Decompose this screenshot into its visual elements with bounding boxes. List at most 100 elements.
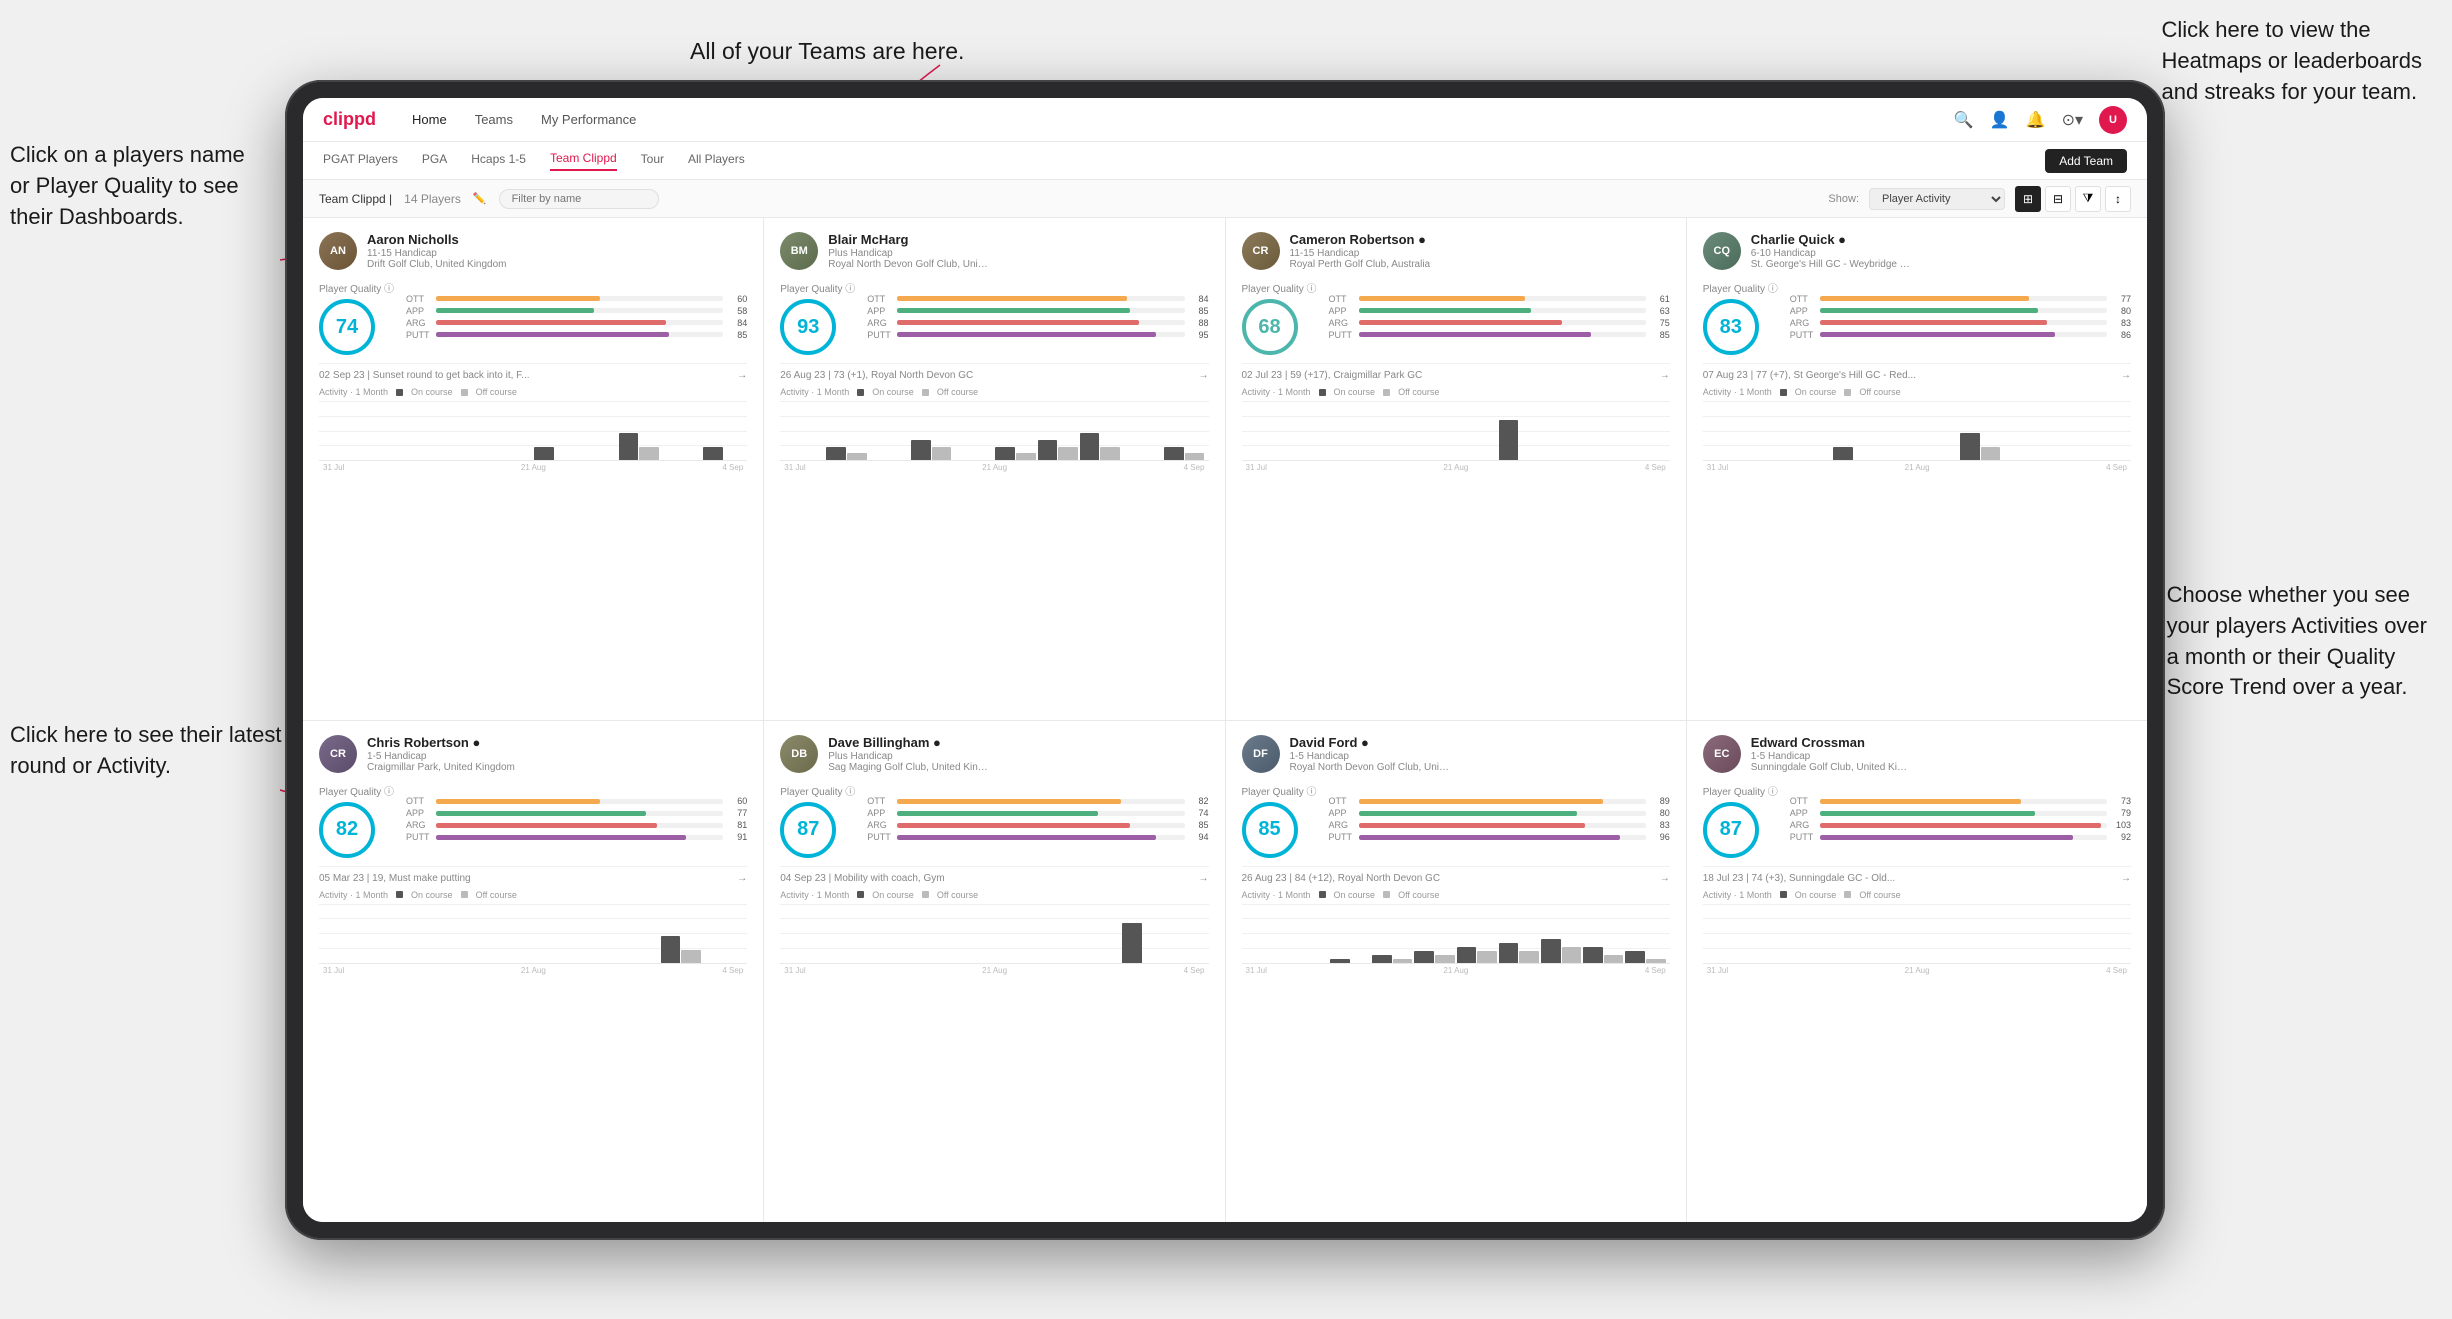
latest-round[interactable]: 05 Mar 23 | 19, Must make putting → bbox=[319, 866, 747, 884]
quality-circle[interactable]: 87 bbox=[1703, 802, 1759, 858]
putt-label: PUTT bbox=[1329, 832, 1355, 842]
on-course-label: On course bbox=[1334, 890, 1376, 900]
nav-home[interactable]: Home bbox=[412, 112, 447, 127]
player-card[interactable]: DF David Ford ● 1-5 Handicap Royal North… bbox=[1226, 721, 1686, 1223]
quality-circle[interactable]: 74 bbox=[319, 299, 375, 355]
on-course-label: On course bbox=[1334, 387, 1376, 397]
player-card[interactable]: CR Chris Robertson ● 1-5 Handicap Craigm… bbox=[303, 721, 763, 1223]
latest-round[interactable]: 18 Jul 23 | 74 (+3), Sunningdale GC - Ol… bbox=[1703, 866, 2131, 884]
quality-circle[interactable]: 93 bbox=[780, 299, 836, 355]
player-name[interactable]: Cameron Robertson ● bbox=[1290, 232, 1670, 247]
on-course-label: On course bbox=[1795, 890, 1837, 900]
settings-icon[interactable]: ⊙▾ bbox=[2062, 110, 2083, 130]
on-course-label: On course bbox=[872, 387, 914, 397]
player-name[interactable]: Dave Billingham ● bbox=[828, 735, 1208, 750]
subnav-pga[interactable]: PGA bbox=[422, 152, 447, 170]
chart-bars bbox=[780, 401, 1208, 460]
player-info: Cameron Robertson ● 11-15 Handicap Royal… bbox=[1290, 232, 1670, 270]
add-team-button[interactable]: Add Team bbox=[2045, 149, 2127, 173]
card-header: AN Aaron Nicholls 11-15 Handicap Drift G… bbox=[319, 232, 747, 270]
show-select[interactable]: Player Activity Quality Score Trend bbox=[1869, 188, 2005, 210]
putt-label: PUTT bbox=[867, 832, 893, 842]
subnav-tour[interactable]: Tour bbox=[641, 152, 664, 170]
date-mid: 21 Aug bbox=[982, 463, 1007, 472]
grid-view-button[interactable]: ⊞ bbox=[2015, 186, 2041, 212]
player-card[interactable]: BM Blair McHarg Plus Handicap Royal Nort… bbox=[764, 218, 1224, 720]
player-card[interactable]: EC Edward Crossman 1-5 Handicap Sunningd… bbox=[1687, 721, 2147, 1223]
sort-button[interactable]: ↕ bbox=[2105, 186, 2131, 212]
ipad-screen: clippd Home Teams My Performance 🔍 👤 🔔 ⊙… bbox=[303, 98, 2147, 1222]
date-mid: 21 Aug bbox=[521, 966, 546, 975]
quality-circle[interactable]: 83 bbox=[1703, 299, 1759, 355]
player-name[interactable]: Edward Crossman bbox=[1751, 735, 2131, 750]
latest-round[interactable]: 02 Sep 23 | Sunset round to get back int… bbox=[319, 363, 747, 381]
nav-my-performance[interactable]: My Performance bbox=[541, 112, 636, 127]
card-header: EC Edward Crossman 1-5 Handicap Sunningd… bbox=[1703, 735, 2131, 773]
player-info: Charlie Quick ● 6-10 Handicap St. George… bbox=[1751, 232, 2131, 270]
subnav-pgat[interactable]: PGAT Players bbox=[323, 152, 398, 170]
list-view-button[interactable]: ⊟ bbox=[2045, 186, 2071, 212]
chart-bars bbox=[1703, 401, 2131, 460]
player-name[interactable]: Chris Robertson ● bbox=[367, 735, 747, 750]
latest-round[interactable]: 26 Aug 23 | 84 (+12), Royal North Devon … bbox=[1242, 866, 1670, 884]
date-mid: 21 Aug bbox=[521, 463, 546, 472]
player-avatar: BM bbox=[780, 232, 818, 270]
player-club: Royal North Devon Golf Club, United Kiti… bbox=[1290, 762, 1450, 773]
player-club: Craigmillar Park, United Kingdom bbox=[367, 762, 527, 773]
subnav-all-players[interactable]: All Players bbox=[688, 152, 745, 170]
latest-round-arrow: → bbox=[737, 370, 747, 381]
date-end: 4 Sep bbox=[1645, 463, 1666, 472]
date-end: 4 Sep bbox=[722, 966, 743, 975]
putt-label: PUTT bbox=[1790, 330, 1816, 340]
quality-circle[interactable]: 82 bbox=[319, 802, 375, 858]
subnav-team-clippd[interactable]: Team Clippd bbox=[550, 151, 617, 171]
avatar[interactable]: U bbox=[2099, 106, 2127, 134]
player-name[interactable]: Charlie Quick ● bbox=[1751, 232, 2131, 247]
profile-icon[interactable]: 👤 bbox=[1990, 110, 2010, 130]
activity-section: Activity · 1 Month On course Off course bbox=[1242, 387, 1670, 472]
activity-section: Activity · 1 Month On course Off course bbox=[1703, 890, 2131, 975]
quality-circle[interactable]: 87 bbox=[780, 802, 836, 858]
quality-label: Player Quality ⓘ bbox=[1703, 783, 1778, 798]
filter-input[interactable] bbox=[499, 189, 659, 209]
player-avatar: CQ bbox=[1703, 232, 1741, 270]
player-card[interactable]: DB Dave Billingham ● Plus Handicap Sag M… bbox=[764, 721, 1224, 1223]
date-start: 31 Jul bbox=[1246, 966, 1267, 975]
player-name[interactable]: Aaron Nicholls bbox=[367, 232, 747, 247]
player-card[interactable]: CR Cameron Robertson ● 11-15 Handicap Ro… bbox=[1226, 218, 1686, 720]
latest-round[interactable]: 07 Aug 23 | 77 (+7), St George's Hill GC… bbox=[1703, 363, 2131, 381]
player-name[interactable]: Blair McHarg bbox=[828, 232, 1208, 247]
latest-round[interactable]: 26 Aug 23 | 73 (+1), Royal North Devon G… bbox=[780, 363, 1208, 381]
subnav-hcaps[interactable]: Hcaps 1-5 bbox=[471, 152, 526, 170]
date-end: 4 Sep bbox=[1184, 966, 1205, 975]
player-card[interactable]: CQ Charlie Quick ● 6-10 Handicap St. Geo… bbox=[1687, 218, 2147, 720]
arg-value: 85 bbox=[1189, 820, 1209, 830]
off-course-legend bbox=[461, 891, 468, 898]
player-card[interactable]: AN Aaron Nicholls 11-15 Handicap Drift G… bbox=[303, 218, 763, 720]
ott-value: 61 bbox=[1650, 294, 1670, 304]
on-course-legend bbox=[857, 389, 864, 396]
player-avatar: EC bbox=[1703, 735, 1741, 773]
date-mid: 21 Aug bbox=[1443, 463, 1468, 472]
latest-round[interactable]: 04 Sep 23 | Mobility with coach, Gym → bbox=[780, 866, 1208, 884]
off-course-label: Off course bbox=[937, 890, 978, 900]
off-course-legend bbox=[1844, 389, 1851, 396]
quality-circle[interactable]: 68 bbox=[1242, 299, 1298, 355]
filter-button[interactable]: ⧩ bbox=[2075, 186, 2101, 212]
search-icon[interactable]: 🔍 bbox=[1954, 110, 1974, 130]
nav-teams[interactable]: Teams bbox=[475, 112, 513, 127]
latest-round-text: 02 Jul 23 | 59 (+17), Craigmillar Park G… bbox=[1242, 370, 1423, 381]
ott-label: OTT bbox=[1790, 796, 1816, 806]
quality-circle[interactable]: 85 bbox=[1242, 802, 1298, 858]
edit-icon[interactable]: ✏️ bbox=[473, 192, 487, 205]
player-info: Dave Billingham ● Plus Handicap Sag Magi… bbox=[828, 735, 1208, 773]
stats-bars: OTT 60 APP 77 ARG 81 PUTT 91 bbox=[406, 796, 747, 844]
date-mid: 21 Aug bbox=[1905, 966, 1930, 975]
player-name[interactable]: David Ford ● bbox=[1290, 735, 1670, 750]
latest-round[interactable]: 02 Jul 23 | 59 (+17), Craigmillar Park G… bbox=[1242, 363, 1670, 381]
nav-logo: clippd bbox=[323, 109, 376, 130]
notification-icon[interactable]: 🔔 bbox=[2026, 110, 2046, 130]
annotation-top-right: Click here to view theHeatmaps or leader… bbox=[2162, 15, 2422, 107]
player-info: Aaron Nicholls 11-15 Handicap Drift Golf… bbox=[367, 232, 747, 270]
putt-value: 95 bbox=[1189, 330, 1209, 340]
